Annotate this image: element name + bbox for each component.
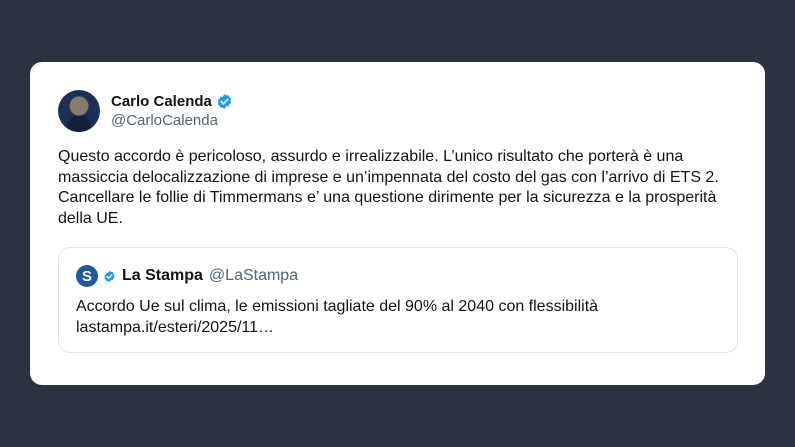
quoted-author-name: La Stampa [122, 267, 203, 284]
tweet-card: Carlo Calenda @CarloCalenda Questo accor… [30, 62, 765, 385]
tweet-text: Questo accordo è pericoloso, assurdo e i… [58, 148, 719, 227]
author-handle[interactable]: @CarloCalenda [111, 112, 233, 129]
verified-badge-icon [216, 93, 233, 110]
author-name-row: Carlo Calenda [111, 93, 233, 110]
tweet-author[interactable]: Carlo Calenda @CarloCalenda [58, 90, 233, 132]
author-avatar[interactable] [58, 90, 100, 132]
quoted-tweet-content: Accordo Ue sul clima, le emissioni tagli… [76, 296, 716, 338]
verified-badge-icon [103, 270, 116, 283]
author-name[interactable]: Carlo Calenda [111, 93, 212, 110]
quoted-tweet[interactable]: S La Stampa @LaStampa Accordo Ue sul cli… [58, 247, 738, 353]
quoted-author-handle: @LaStampa [208, 267, 299, 284]
quoted-tweet-text: Accordo Ue sul clima, le emissioni tagli… [76, 298, 599, 315]
quoted-author[interactable]: S La Stampa @LaStampa [76, 265, 298, 287]
la-stampa-logo-icon: S [76, 265, 98, 287]
author-names: Carlo Calenda @CarloCalenda [111, 93, 233, 129]
quoted-tweet-link[interactable]: lastampa.it/esteri/2025/11… [76, 317, 716, 338]
